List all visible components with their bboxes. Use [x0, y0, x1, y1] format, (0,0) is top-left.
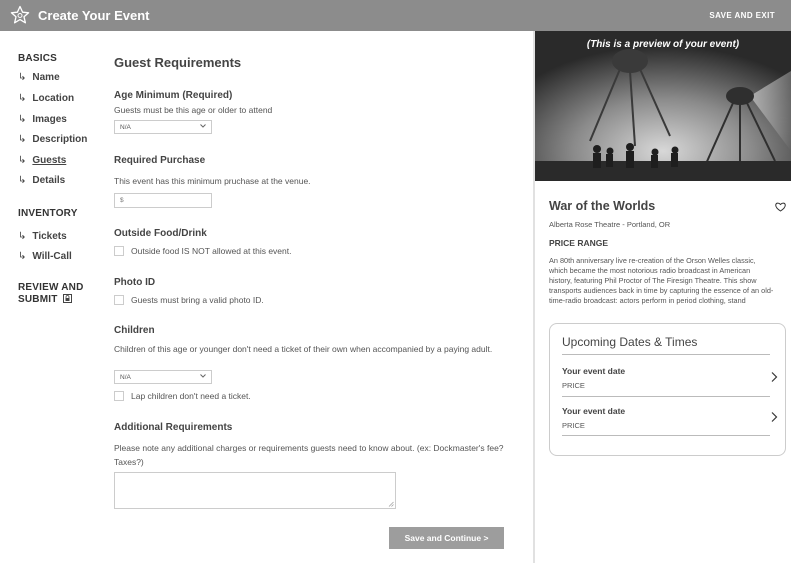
- arrow-icon: ↳: [18, 134, 27, 145]
- event-preview-image: (This is a preview of your event): [535, 31, 791, 181]
- sidebar-item-review-and-submit[interactable]: REVIEW AND SUBMIT: [18, 282, 84, 306]
- children-help: Children of this age or younger don't ne…: [114, 344, 493, 354]
- save-and-continue-button[interactable]: Save and Continue >: [389, 527, 504, 549]
- upcoming-dates-card: Upcoming Dates & Times Your event date P…: [549, 323, 786, 456]
- photo-id-row: Guests must bring a valid photo ID.: [114, 295, 264, 305]
- date-label: Your event date: [562, 406, 626, 416]
- event-description: An 80th anniversary live re-creation of …: [549, 256, 774, 305]
- sidebar-item-tickets[interactable]: ↳ Tickets: [18, 231, 67, 242]
- photo-id-label: Guests must bring a valid photo ID.: [131, 295, 264, 305]
- chevron-right-icon: [771, 412, 778, 422]
- star-logo-icon: [10, 5, 30, 24]
- date-price: PRICE: [562, 421, 585, 430]
- arrow-icon: ↳: [18, 72, 27, 83]
- save-and-exit-button[interactable]: SAVE AND EXIT: [709, 11, 775, 20]
- sidebar-item-will-call[interactable]: ↳ Will-Call: [18, 251, 72, 262]
- event-title: War of the Worlds: [549, 199, 656, 213]
- date-label: Your event date: [562, 366, 626, 376]
- upcoming-dates-title: Upcoming Dates & Times: [562, 335, 698, 349]
- lap-children-row: Lap children don't need a ticket.: [114, 391, 251, 401]
- sidebar-item-guests[interactable]: ↳ Guests: [18, 155, 66, 166]
- price-range-label: PRICE RANGE: [549, 238, 609, 248]
- required-purchase-input[interactable]: $: [114, 193, 212, 208]
- children-age-select[interactable]: N/A: [114, 370, 212, 384]
- chevron-right-icon: [771, 372, 778, 382]
- arrow-icon: ↳: [18, 251, 27, 262]
- outside-food-checkbox[interactable]: [114, 246, 124, 256]
- arrow-icon: ↳: [18, 175, 27, 186]
- date-row[interactable]: Your event date PRICE: [562, 406, 778, 436]
- required-purchase-title: Required Purchase: [114, 155, 206, 166]
- outside-food-title: Outside Food/Drink: [114, 228, 207, 239]
- additional-requirements-help: Please note any additional charges or re…: [114, 443, 504, 467]
- divider: [562, 435, 770, 436]
- required-purchase-help: This event has this minimum pruchase at …: [114, 176, 311, 186]
- chevron-down-icon: [200, 124, 206, 128]
- additional-requirements-title: Additional Requirements: [114, 422, 233, 433]
- age-minimum-title: Age Minimum (Required): [114, 90, 233, 101]
- sidebar-section-basics: BASICS: [18, 53, 57, 64]
- sidebar-item-description[interactable]: ↳ Description: [18, 134, 87, 145]
- additional-requirements-textarea[interactable]: [114, 472, 396, 509]
- resize-grip-icon[interactable]: [388, 501, 394, 507]
- sidebar-item-name[interactable]: ↳ Name: [18, 72, 60, 83]
- children-title: Children: [114, 325, 155, 336]
- date-price: PRICE: [562, 381, 585, 390]
- event-venue: Alberta Rose Theatre - Portland, OR: [549, 220, 671, 229]
- date-row[interactable]: Your event date PRICE: [562, 366, 778, 396]
- arrow-icon: ↳: [18, 155, 27, 166]
- outside-food-label: Outside food IS NOT allowed at this even…: [131, 246, 292, 256]
- lap-children-checkbox[interactable]: [114, 391, 124, 401]
- arrow-icon: ↳: [18, 114, 27, 125]
- heart-icon[interactable]: [775, 202, 786, 212]
- divider: [562, 396, 770, 397]
- age-minimum-help: Guests must be this age or older to atte…: [114, 105, 273, 115]
- arrow-icon: ↳: [18, 231, 27, 242]
- sidebar-item-images[interactable]: ↳ Images: [18, 114, 67, 125]
- photo-id-title: Photo ID: [114, 277, 156, 288]
- preview-caption: (This is a preview of your event): [586, 39, 740, 50]
- sidebar-item-location[interactable]: ↳ Location: [18, 93, 74, 104]
- lap-children-label: Lap children don't need a ticket.: [131, 391, 251, 401]
- photo-id-checkbox[interactable]: [114, 295, 124, 305]
- arrow-icon: ↳: [18, 93, 27, 104]
- tripod-scene-image: [535, 31, 791, 181]
- age-minimum-select[interactable]: N/A: [114, 120, 212, 134]
- top-bar: Create Your Event SAVE AND EXIT: [0, 0, 791, 31]
- outside-food-row: Outside food IS NOT allowed at this even…: [114, 246, 291, 256]
- chevron-down-icon: [200, 374, 206, 378]
- divider: [562, 354, 770, 355]
- page-title: Guest Requirements: [114, 55, 242, 70]
- lock-icon: [62, 294, 72, 303]
- sidebar-section-inventory: INVENTORY: [18, 208, 78, 219]
- sidebar-item-details[interactable]: ↳ Details: [18, 175, 65, 186]
- app-title: Create Your Event: [38, 8, 150, 23]
